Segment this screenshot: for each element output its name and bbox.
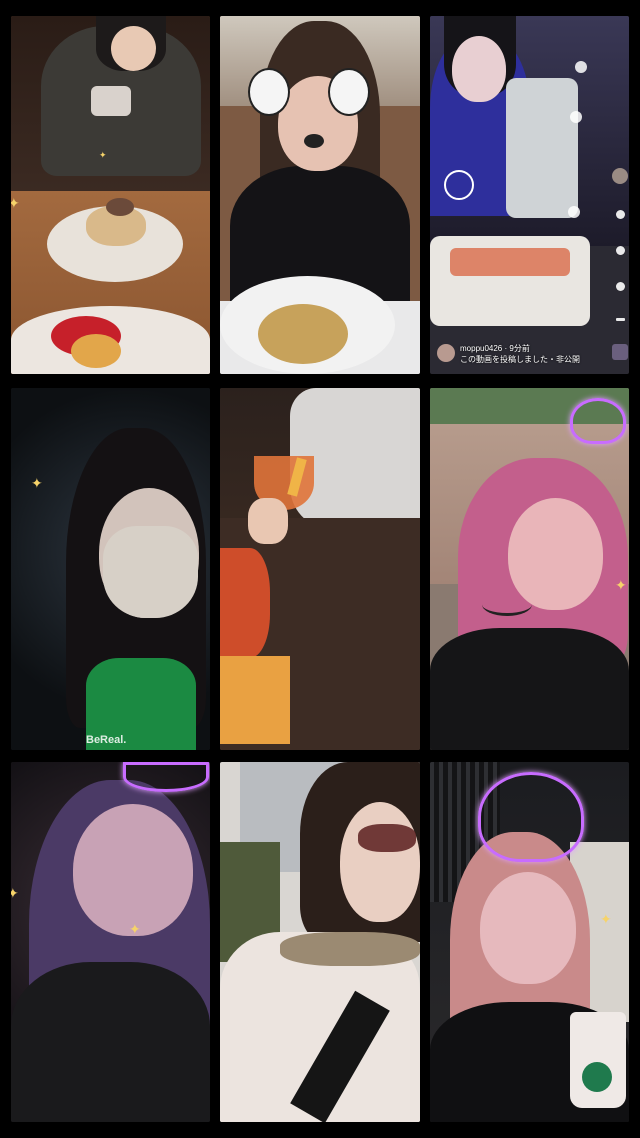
person-face: [480, 872, 576, 984]
light-icon: [570, 111, 582, 123]
more-icon[interactable]: [616, 318, 625, 321]
sparkle-icon: ✦: [615, 577, 627, 593]
ice-cream: [106, 198, 134, 216]
device-panel: [450, 248, 570, 276]
music-disc-icon[interactable]: [612, 344, 628, 360]
kuromi-crown-icon: [123, 762, 209, 792]
poster-avatar[interactable]: [437, 344, 455, 362]
tile-pink-hair-selfie[interactable]: ✦: [430, 388, 629, 750]
sparkle-icon: ✦: [11, 885, 19, 901]
fur-collar: [280, 932, 420, 966]
record-ring-icon: [444, 170, 474, 200]
kuromi-crown-icon: [478, 772, 584, 862]
light-icon: [575, 61, 587, 73]
sparkle-icon: ✦: [129, 921, 141, 937]
phone: [91, 86, 131, 116]
dog-ear-right-icon: [328, 68, 370, 116]
bookmark-icon[interactable]: [616, 282, 625, 291]
heart-icon[interactable]: [616, 210, 625, 219]
tile-kuromi-filter-drink[interactable]: ✦: [430, 762, 629, 1122]
person-face: [452, 36, 506, 102]
dog-nose-icon: [304, 134, 324, 148]
tile-masked-selfie[interactable]: ✦ BeReal.: [11, 388, 210, 750]
sparkle-icon: ✦: [31, 475, 43, 491]
tile-video-post-screen[interactable]: moppu0426 · 9分前 この動画を投稿しました・非公開: [430, 16, 629, 374]
fruit-topping: [71, 334, 121, 368]
person-face: [73, 804, 193, 936]
hand: [248, 498, 288, 544]
cup-logo-icon: [582, 1062, 612, 1092]
tile-sunglasses-selfie[interactable]: [220, 762, 420, 1122]
person-face: [340, 802, 420, 922]
kuromi-crown-icon: [570, 398, 626, 444]
tile-cocktail[interactable]: [220, 388, 420, 750]
sparkle-icon: ✦: [11, 195, 20, 211]
phone-stand: [506, 78, 578, 218]
person-face: [508, 498, 603, 610]
person-jacket: [11, 962, 210, 1122]
post-username[interactable]: moppu0426 · 9分前: [460, 343, 530, 354]
tile-dog-filter-pasta[interactable]: [220, 16, 420, 374]
photo-collage-grid: ✦ ✦ moppu0426 · 9分前 この動画を投稿しました・非公開 ✦ Be…: [0, 0, 640, 1138]
person-face: [111, 26, 156, 71]
post-caption: この動画を投稿しました・非公開: [460, 355, 580, 364]
coaster: [220, 656, 290, 744]
avatar[interactable]: [612, 168, 628, 184]
face-mask: [103, 526, 198, 618]
sparkle-icon: ✦: [600, 911, 612, 927]
dog-ear-left-icon: [248, 68, 290, 116]
sunglasses-icon: [358, 824, 416, 852]
tile-pancake-dessert[interactable]: ✦ ✦: [11, 16, 210, 374]
second-glass: [220, 548, 270, 658]
sparkle-icon: ✦: [99, 150, 107, 160]
choker: [482, 593, 532, 616]
drink-cup: [570, 1012, 626, 1108]
pasta: [258, 304, 348, 364]
comment-icon[interactable]: [616, 246, 625, 255]
tile-purple-hair-selfie[interactable]: ✦ ✦: [11, 762, 210, 1122]
person-jacket: [430, 628, 629, 750]
light-icon: [568, 206, 580, 218]
bereal-watermark: BeReal.: [86, 734, 127, 746]
